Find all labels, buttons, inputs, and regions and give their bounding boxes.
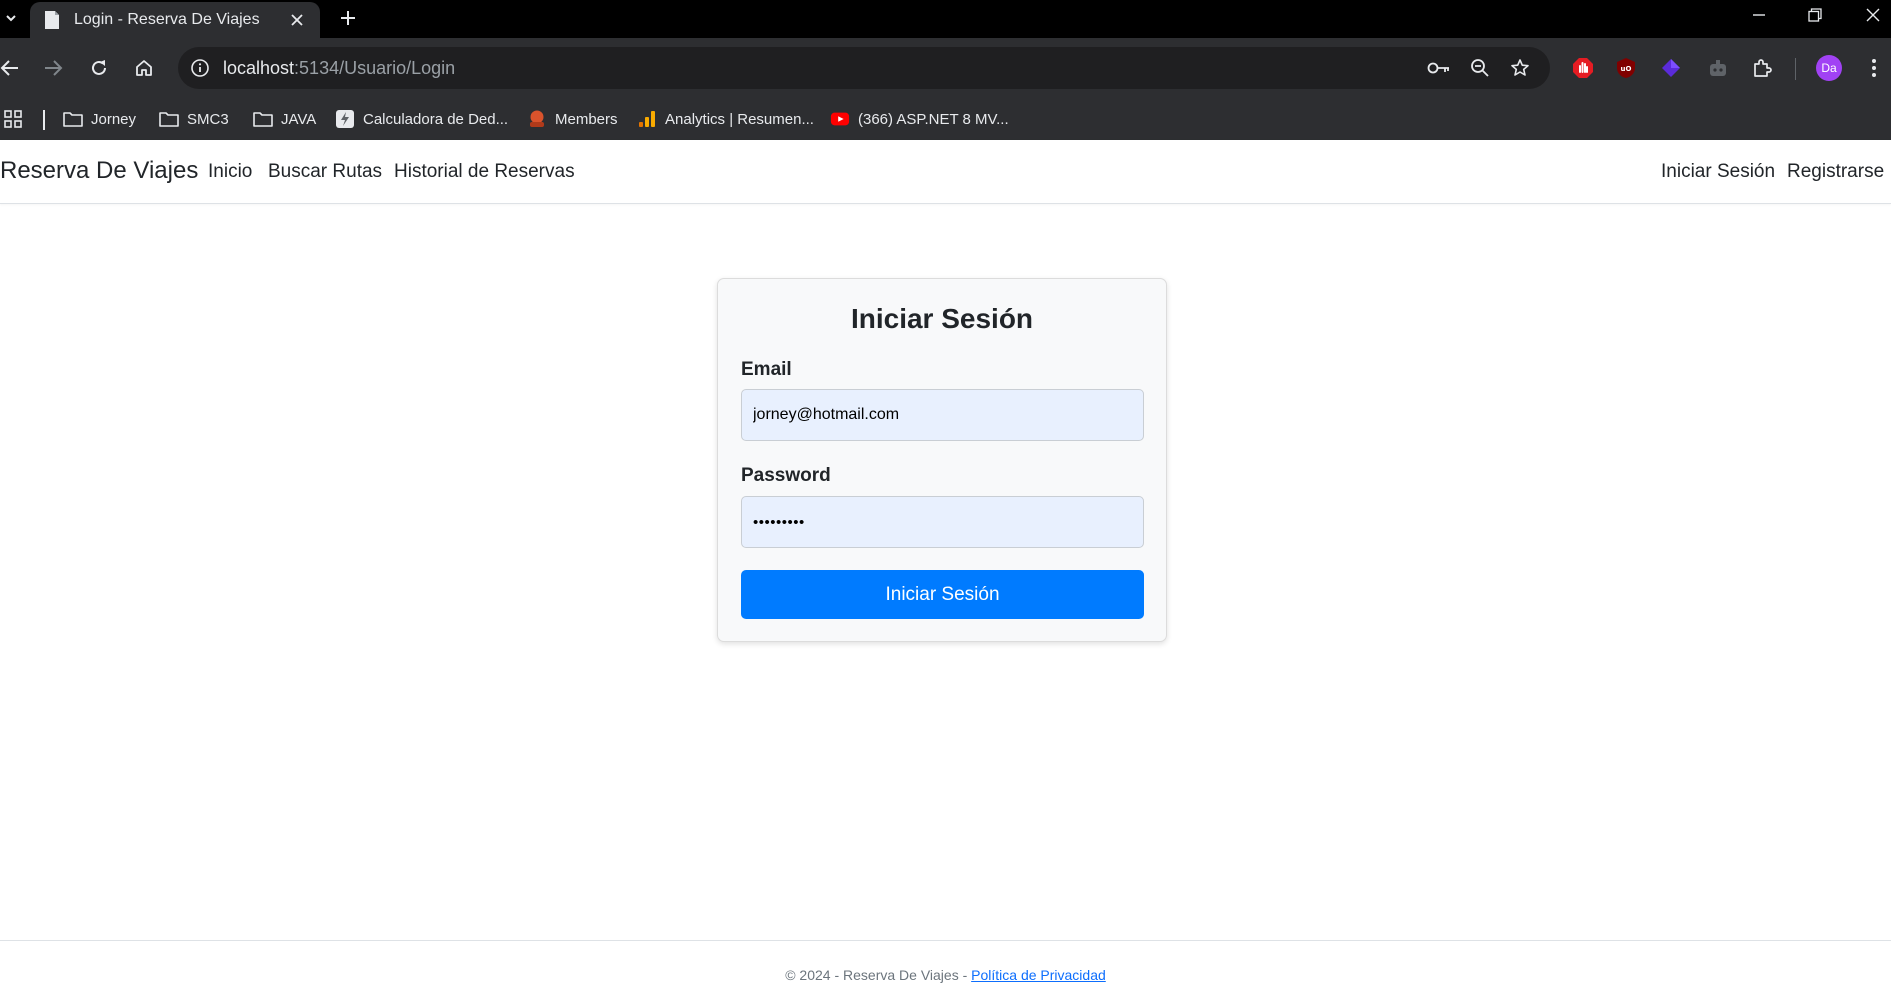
zoom-icon[interactable]	[1468, 56, 1492, 80]
bookmark-members[interactable]: Members	[527, 107, 618, 131]
bookmark-calculadora[interactable]: Calculadora de Ded...	[335, 107, 508, 131]
address-url[interactable]: localhost:5134/Usuario/Login	[223, 58, 455, 79]
folder-icon	[63, 109, 83, 129]
calculator-favicon	[335, 109, 355, 129]
site-footer: © 2024 - Reserva De Viajes - Política de…	[0, 940, 1891, 995]
email-label: Email	[741, 359, 792, 380]
adblock-extension-icon[interactable]	[1570, 55, 1596, 81]
browser-tab-active[interactable]: Login - Reserva De Viajes	[30, 2, 320, 38]
nav-link-buscar-rutas[interactable]: Buscar Rutas	[268, 161, 382, 183]
tab-search-chevron-icon[interactable]	[0, 2, 22, 34]
bookmarks-bar: Jorney SMC3 JAVA Calculadora de Ded... M…	[0, 98, 1891, 140]
password-label: Password	[741, 465, 831, 486]
email-input[interactable]	[741, 389, 1144, 441]
page-favicon-icon	[42, 10, 62, 30]
new-tab-plus-icon[interactable]	[334, 4, 362, 32]
profile-avatar[interactable]: Da	[1816, 55, 1842, 81]
apps-grid-icon[interactable]	[4, 107, 22, 131]
browser-menu-kebab-icon[interactable]	[1861, 55, 1887, 81]
bookmark-star-icon[interactable]	[1508, 56, 1532, 80]
bookmark-java[interactable]: JAVA	[253, 107, 316, 131]
tab-title: Login - Reserva De Viajes	[74, 11, 260, 28]
svg-text:uO: uO	[1621, 65, 1632, 73]
tab-close-icon[interactable]	[286, 9, 308, 31]
window-close-icon[interactable]	[1845, 0, 1891, 30]
password-input[interactable]	[741, 496, 1144, 548]
forward-arrow-icon[interactable]	[39, 54, 67, 82]
back-arrow-icon[interactable]	[0, 54, 24, 82]
login-submit-button[interactable]: Iniciar Sesión	[741, 570, 1144, 619]
members-favicon	[527, 109, 547, 129]
analytics-favicon	[637, 109, 657, 129]
folder-icon	[253, 109, 273, 129]
nav-link-inicio[interactable]: Inicio	[208, 161, 252, 183]
nav-link-iniciar-sesion[interactable]: Iniciar Sesión	[1661, 161, 1775, 183]
extensions-puzzle-icon[interactable]	[1749, 55, 1775, 81]
folder-icon	[159, 109, 179, 129]
browser-tabstrip: Login - Reserva De Viajes	[0, 0, 1891, 38]
reload-icon[interactable]	[85, 54, 113, 82]
site-info-icon[interactable]	[188, 56, 212, 80]
nav-link-historial-reservas[interactable]: Historial de Reservas	[394, 161, 575, 183]
bookmark-analytics[interactable]: Analytics | Resumen...	[637, 107, 814, 131]
login-title: Iniciar Sesión	[850, 303, 1034, 334]
robot-extension-icon[interactable]	[1705, 55, 1731, 81]
bookmark-smc3[interactable]: SMC3	[159, 107, 229, 131]
toolbar-separator	[1795, 58, 1796, 80]
password-key-icon[interactable]	[1427, 56, 1451, 80]
minimize-icon[interactable]	[1731, 0, 1787, 30]
privacy-policy-link[interactable]: Política de Privacidad	[971, 967, 1106, 983]
browser-toolbar: localhost:5134/Usuario/Login uO Da	[0, 38, 1891, 98]
bookmark-jorney[interactable]: Jorney	[63, 107, 136, 131]
login-card: Iniciar Sesión Email Password Iniciar Se…	[717, 278, 1167, 642]
address-bar[interactable]: localhost:5134/Usuario/Login	[178, 47, 1550, 89]
home-icon[interactable]	[130, 54, 158, 82]
navbar-brand[interactable]: Reserva De Viajes	[0, 157, 198, 185]
bookmarks-separator	[43, 110, 45, 130]
nav-link-registrarse[interactable]: Registrarse	[1787, 161, 1884, 183]
site-navbar: Reserva De Viajes Inicio Buscar Rutas Hi…	[0, 140, 1891, 204]
footer-text: © 2024 - Reserva De Viajes - Política de…	[0, 967, 1891, 983]
youtube-favicon	[830, 109, 850, 129]
purple-diamond-extension-icon[interactable]	[1658, 55, 1684, 81]
ublock-origin-icon[interactable]: uO	[1613, 55, 1639, 81]
restore-icon[interactable]	[1787, 0, 1843, 30]
footer-copyright: © 2024 - Reserva De Viajes -	[785, 967, 972, 983]
bookmark-youtube[interactable]: (366) ASP.NET 8 MV...	[830, 107, 1009, 131]
